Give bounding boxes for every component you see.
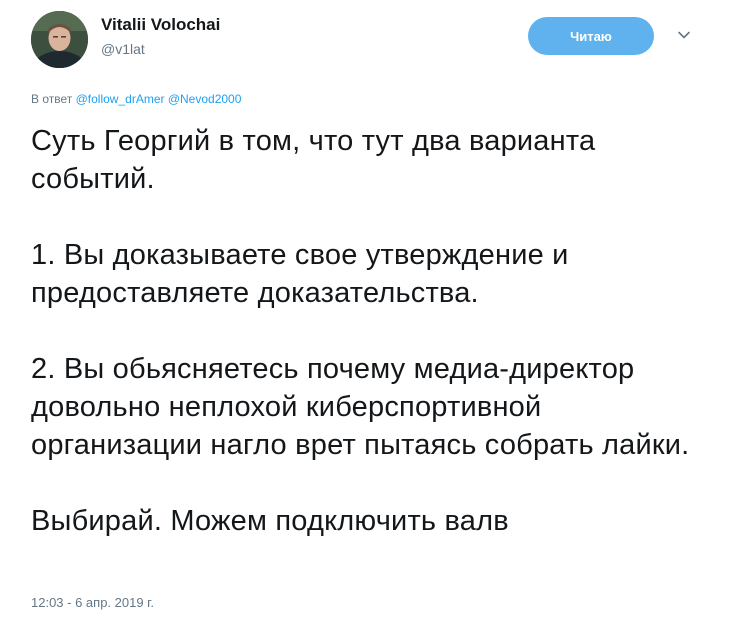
mention-link[interactable]: @follow_drAmer xyxy=(76,92,165,106)
reply-prefix: В ответ xyxy=(31,92,73,106)
tweet-text: Суть Георгий в том, что тут два варианта… xyxy=(31,122,711,540)
tweet-card: Vitalii Volochai @v1lat Читаю В ответ @f… xyxy=(0,0,730,623)
tweet-paragraph: Выбирай. Можем подключить валв xyxy=(31,505,509,537)
chevron-down-icon[interactable] xyxy=(674,25,694,45)
tweet-paragraph: 1. Вы доказываете свое утверждение и пре… xyxy=(31,239,569,309)
mention-link[interactable]: @Nevod2000 xyxy=(168,92,242,106)
following-button[interactable]: Читаю xyxy=(528,17,654,55)
tweet-paragraph: Суть Георгий в том, что тут два варианта… xyxy=(31,125,596,195)
avatar[interactable] xyxy=(31,11,88,68)
reply-context: В ответ @follow_drAmer @Nevod2000 xyxy=(31,92,241,106)
tweet-paragraph: 2. Вы обьясняетесь почему медиа-директор… xyxy=(31,353,690,461)
author-handle[interactable]: @v1lat xyxy=(101,41,145,57)
tweet-timestamp[interactable]: 12:03 - 6 апр. 2019 г. xyxy=(31,595,154,610)
avatar-image xyxy=(31,11,88,68)
author-name[interactable]: Vitalii Volochai xyxy=(101,15,220,35)
